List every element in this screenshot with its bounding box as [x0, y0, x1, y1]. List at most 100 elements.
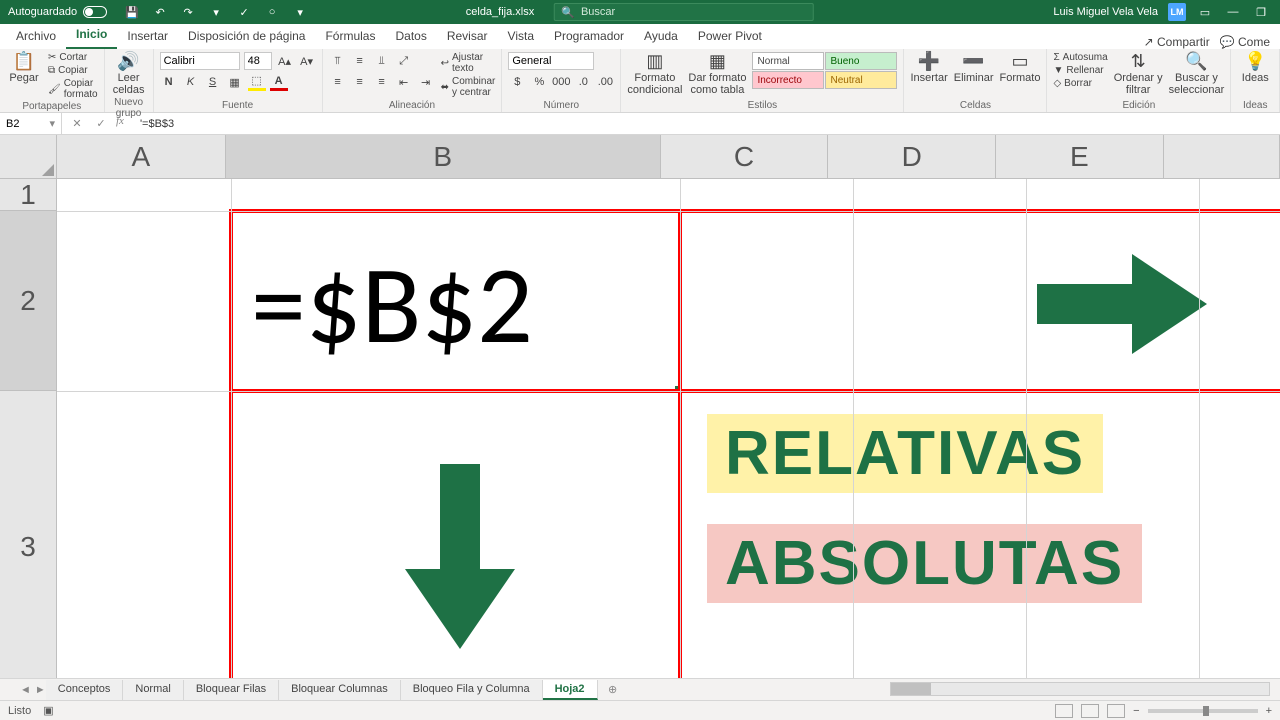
- row-header-2[interactable]: 2: [0, 211, 57, 391]
- sheet-nav-prev-icon[interactable]: ◄: [20, 684, 31, 696]
- check-icon[interactable]: ✓: [235, 3, 253, 21]
- zoom-slider[interactable]: [1148, 709, 1258, 713]
- sheet-tab-hoja2[interactable]: Hoja2: [543, 680, 598, 700]
- column-header-B[interactable]: B: [226, 135, 661, 179]
- ribbon-tab-insertar[interactable]: Insertar: [117, 25, 178, 49]
- sort-filter-button[interactable]: ⇅Ordenar y filtrar: [1114, 52, 1163, 96]
- format-cells-button[interactable]: ▭Formato: [1000, 52, 1041, 84]
- ideas-button[interactable]: 💡Ideas: [1237, 52, 1273, 84]
- cancel-formula-icon[interactable]: ✕: [68, 115, 86, 133]
- orientation-icon[interactable]: ⤢: [395, 52, 413, 70]
- paste-button[interactable]: 📋Pegar: [6, 52, 42, 84]
- conditional-format-button[interactable]: ▥Formato condicional: [627, 52, 682, 96]
- fill-button[interactable]: ▼Rellenar: [1053, 65, 1107, 76]
- zoom-out-icon[interactable]: −: [1133, 705, 1139, 717]
- wrap-text-button[interactable]: ↩Ajustar texto: [441, 52, 496, 74]
- qat-dropdown-icon[interactable]: ▾: [291, 3, 309, 21]
- search-box[interactable]: 🔍 Buscar: [554, 3, 814, 21]
- comma-icon[interactable]: 000: [552, 73, 570, 91]
- style-normal[interactable]: Normal: [752, 52, 824, 70]
- underline-button[interactable]: S: [204, 73, 222, 91]
- undo-icon[interactable]: ↶: [151, 3, 169, 21]
- share-button[interactable]: ↗ Compartir: [1144, 35, 1210, 49]
- find-select-button[interactable]: 🔍Buscar y seleccionar: [1169, 52, 1225, 96]
- cut-button[interactable]: ✂Cortar: [48, 52, 98, 63]
- cells-area[interactable]: =$B$2 RELATIVAS ABSOLUTAS: [57, 179, 1280, 678]
- column-header-C[interactable]: C: [661, 135, 829, 179]
- font-name-select[interactable]: [160, 52, 240, 70]
- fill-color-button[interactable]: ⬚: [248, 73, 266, 91]
- column-header-[interactable]: [1164, 135, 1280, 179]
- indent-increase-icon[interactable]: ⇥: [417, 73, 435, 91]
- ribbon-tab-programador[interactable]: Programador: [544, 25, 634, 49]
- copy-button[interactable]: ⧉Copiar: [48, 65, 98, 76]
- align-bottom-icon[interactable]: ⫫: [373, 52, 391, 70]
- column-header-A[interactable]: A: [57, 135, 226, 179]
- ribbon-tab-power-pivot[interactable]: Power Pivot: [688, 25, 772, 49]
- style-neutral[interactable]: Neutral: [825, 71, 897, 89]
- font-color-button[interactable]: A: [270, 73, 288, 91]
- ribbon-tab-vista[interactable]: Vista: [498, 25, 544, 49]
- ribbon-tab-disposición-de-página[interactable]: Disposición de página: [178, 25, 315, 49]
- sheet-nav-next-icon[interactable]: ►: [35, 684, 46, 696]
- border-button[interactable]: ▦: [226, 73, 244, 91]
- column-header-D[interactable]: D: [828, 135, 996, 179]
- merge-center-button[interactable]: ⬌Combinar y centrar: [441, 76, 496, 98]
- number-format-select[interactable]: [508, 52, 594, 70]
- sheet-tab-bloquear-filas[interactable]: Bloquear Filas: [184, 680, 279, 700]
- currency-icon[interactable]: $: [508, 73, 526, 91]
- new-sheet-button[interactable]: ⊕: [604, 681, 622, 699]
- percent-icon[interactable]: %: [530, 73, 548, 91]
- ribbon-tab-datos[interactable]: Datos: [385, 25, 436, 49]
- ribbon-tab-revisar[interactable]: Revisar: [437, 25, 498, 49]
- decrease-font-icon[interactable]: A▾: [298, 52, 316, 70]
- autosave-toggle[interactable]: [83, 6, 107, 18]
- minimize-icon[interactable]: —: [1224, 3, 1242, 21]
- sheet-tab-normal[interactable]: Normal: [123, 680, 183, 700]
- align-top-icon[interactable]: ⫪: [329, 52, 347, 70]
- horizontal-scrollbar[interactable]: [890, 682, 1270, 696]
- sheet-tab-bloquear-columnas[interactable]: Bloquear Columnas: [279, 680, 401, 700]
- align-left-icon[interactable]: ≡: [329, 73, 347, 91]
- formula-input[interactable]: '=$B$3: [136, 118, 1280, 130]
- sheet-tab-bloqueo-fila-y-columna[interactable]: Bloqueo Fila y Columna: [401, 680, 543, 700]
- comments-button[interactable]: 💬 Come: [1220, 35, 1270, 49]
- align-center-icon[interactable]: ≡: [351, 73, 369, 91]
- redo-icon[interactable]: ↷: [179, 3, 197, 21]
- style-incorrecto[interactable]: Incorrecto: [752, 71, 824, 89]
- format-as-table-button[interactable]: ▦Dar formato como tabla: [688, 52, 746, 96]
- align-middle-icon[interactable]: ≡: [351, 52, 369, 70]
- indent-decrease-icon[interactable]: ⇤: [395, 73, 413, 91]
- read-cells-button[interactable]: 🔊Leer celdas: [111, 52, 147, 96]
- zoom-in-icon[interactable]: +: [1266, 705, 1272, 717]
- row-header-3[interactable]: 3: [0, 391, 57, 678]
- view-break-icon[interactable]: [1107, 704, 1125, 718]
- restore-icon[interactable]: ❐: [1252, 3, 1270, 21]
- name-box[interactable]: B2▾: [0, 113, 62, 134]
- clear-button[interactable]: ◇Borrar: [1053, 78, 1107, 89]
- row-header-1[interactable]: 1: [0, 179, 57, 211]
- increase-font-icon[interactable]: A▴: [276, 52, 294, 70]
- align-right-icon[interactable]: ≡: [373, 73, 391, 91]
- insert-cells-button[interactable]: ➕Insertar: [910, 52, 947, 84]
- format-painter-button[interactable]: 🖌Copiar formato: [48, 78, 98, 100]
- ribbon-display-icon[interactable]: ▭: [1196, 3, 1214, 21]
- italic-button[interactable]: K: [182, 73, 200, 91]
- ribbon-tab-inicio[interactable]: Inicio: [66, 23, 117, 49]
- view-normal-icon[interactable]: [1055, 704, 1073, 718]
- column-header-E[interactable]: E: [996, 135, 1164, 179]
- ribbon-tab-ayuda[interactable]: Ayuda: [634, 25, 688, 49]
- delete-cells-button[interactable]: ➖Eliminar: [954, 52, 994, 84]
- save-icon[interactable]: 💾: [123, 3, 141, 21]
- ribbon-tab-archivo[interactable]: Archivo: [6, 25, 66, 49]
- spreadsheet-grid[interactable]: ABCDE 123 =$B$2 RELATIVAS ABSOLUTAS: [0, 135, 1280, 678]
- fx-icon[interactable]: fx: [116, 115, 124, 133]
- decrease-decimal-icon[interactable]: .0: [574, 73, 592, 91]
- view-layout-icon[interactable]: [1081, 704, 1099, 718]
- ribbon-tab-fórmulas[interactable]: Fórmulas: [315, 25, 385, 49]
- select-all-corner[interactable]: [0, 135, 57, 179]
- user-avatar[interactable]: LM: [1168, 3, 1186, 21]
- sheet-tab-conceptos[interactable]: Conceptos: [46, 680, 124, 700]
- qat-more-icon[interactable]: ▾: [207, 3, 225, 21]
- circle-icon[interactable]: ○: [263, 3, 281, 21]
